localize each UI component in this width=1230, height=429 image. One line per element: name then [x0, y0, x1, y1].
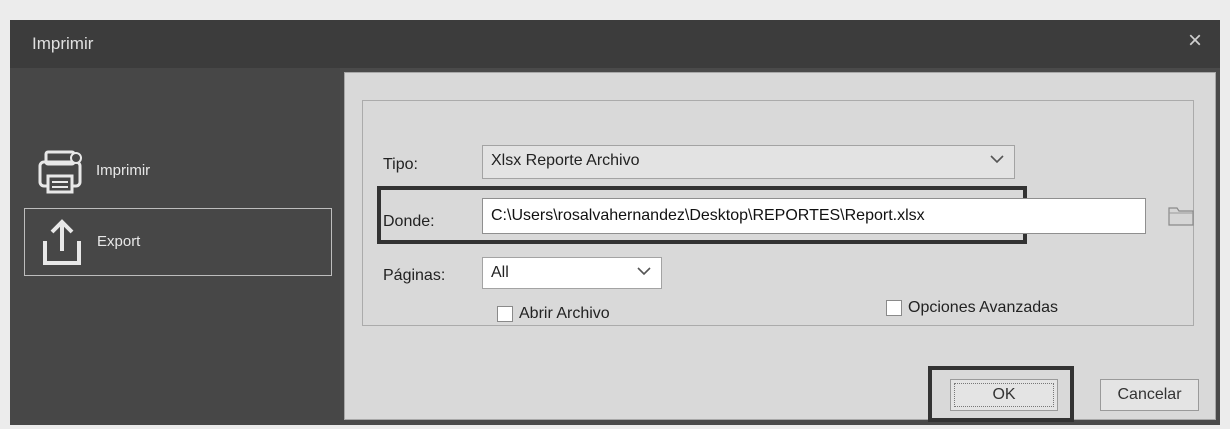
cancel-button[interactable]: Cancelar	[1100, 379, 1199, 411]
focus-ring	[954, 383, 1054, 407]
paginas-label: Páginas:	[383, 267, 446, 284]
tipo-label: Tipo:	[383, 156, 418, 173]
folder-icon[interactable]	[1167, 203, 1195, 227]
window-title: Imprimir	[32, 34, 94, 53]
chevron-down-icon	[990, 155, 1004, 164]
export-icon	[43, 219, 81, 265]
sidebar-item-export[interactable]: Export	[24, 208, 332, 276]
sidebar-item-label: Export	[97, 233, 141, 250]
paginas-value: All	[491, 264, 509, 281]
chevron-down-icon	[637, 267, 651, 276]
tipo-value: Xlsx Reporte Archivo	[491, 152, 640, 169]
abrir-archivo-label: Abrir Archivo	[519, 305, 610, 322]
sidebar: Imprimir Export	[10, 68, 340, 425]
paginas-select[interactable]: All	[482, 257, 662, 289]
title-bar: Imprimir ×	[10, 20, 1220, 68]
printer-icon	[38, 150, 82, 194]
checkbox-box[interactable]	[497, 306, 513, 322]
tipo-select[interactable]: Xlsx Reporte Archivo	[482, 145, 1015, 179]
opciones-avanzadas-label: Opciones Avanzadas	[908, 299, 1059, 316]
print-dialog: Imprimir × Imprimir Export Tipo: Xlsx Re…	[10, 20, 1220, 425]
opciones-avanzadas-checkbox[interactable]: Opciones Avanzadas	[886, 299, 1126, 319]
abrir-archivo-checkbox[interactable]: Abrir Archivo	[497, 305, 697, 325]
donde-path-input[interactable]	[482, 198, 1146, 234]
close-button[interactable]: ×	[1180, 26, 1210, 56]
sidebar-item-imprimir[interactable]: Imprimir	[24, 138, 332, 206]
checkbox-box[interactable]	[886, 300, 902, 316]
export-panel: Tipo: Xlsx Reporte Archivo Donde: Página…	[344, 72, 1216, 422]
donde-label: Donde:	[383, 213, 435, 230]
ok-button[interactable]: OK	[950, 379, 1058, 411]
sidebar-item-label: Imprimir	[96, 162, 151, 179]
